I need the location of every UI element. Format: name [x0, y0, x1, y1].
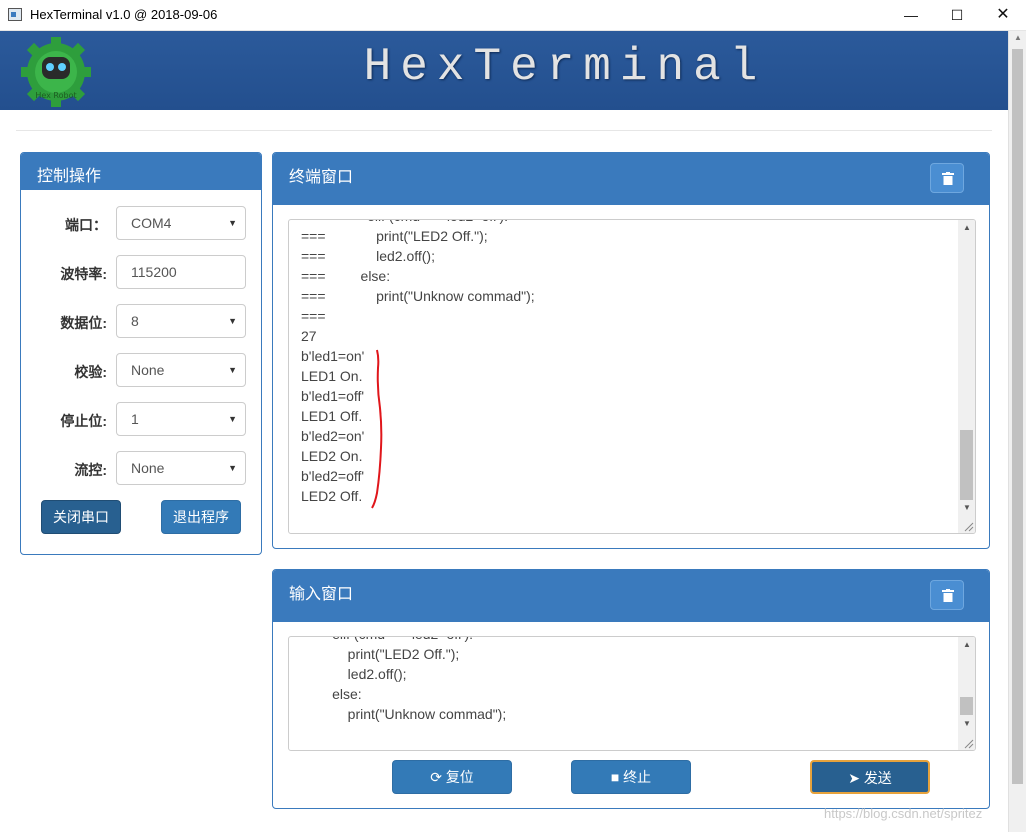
stop-button[interactable]: ■ 终止	[571, 760, 691, 794]
terminal-output[interactable]: elif (cmd == 'led2=off'): === print("LED2…	[288, 219, 976, 534]
stopbits-value: 1	[131, 411, 139, 427]
terminal-line: elif (cmd == 'led2=off'):	[301, 220, 535, 226]
chevron-down-icon: ▼	[228, 316, 237, 326]
port-label: 端口：	[65, 217, 107, 233]
clear-input-button[interactable]	[930, 580, 964, 610]
terminal-line: === else:	[301, 268, 391, 284]
watermark: https://blog.csdn.net/spritez	[824, 806, 983, 821]
baud-value: 115200	[131, 264, 177, 280]
clear-terminal-button[interactable]	[930, 163, 964, 193]
header-banner: Hex Robot HexTerminal	[0, 31, 1008, 110]
control-panel-header: 控制操作	[21, 153, 261, 190]
reset-label: 复位	[445, 769, 474, 785]
send-button[interactable]: ➤ 发送	[810, 760, 930, 794]
input-panel-title: 输入窗口	[289, 586, 354, 603]
maximize-button[interactable]: ☐	[934, 0, 980, 31]
input-scrollbar[interactable]: ▲ ▼	[958, 637, 975, 750]
terminal-panel-title: 终端窗口	[289, 169, 354, 186]
terminal-line: LED1 Off.	[301, 408, 363, 424]
chevron-down-icon: ▼	[228, 463, 237, 473]
scroll-thumb[interactable]	[960, 697, 973, 715]
terminal-line: === led2.off();	[301, 248, 435, 264]
stop-label: 终止	[623, 769, 652, 785]
stopbits-select[interactable]: 1 ▼	[116, 402, 246, 436]
databits-label: 数据位:	[60, 315, 107, 331]
chevron-down-icon: ▼	[228, 414, 237, 424]
baud-input[interactable]: 115200	[116, 255, 246, 289]
terminal-line: 27	[301, 328, 317, 344]
trash-icon	[942, 589, 954, 602]
flow-value: None	[131, 460, 165, 476]
databits-select[interactable]: 8 ▼	[116, 304, 246, 338]
scroll-down-icon[interactable]: ▼	[963, 719, 971, 728]
scroll-up-icon[interactable]: ▲	[963, 640, 971, 649]
app-icon	[8, 8, 22, 21]
send-icon: ➤	[848, 770, 860, 786]
annotation-mark	[371, 349, 383, 509]
stopbits-label: 停止位:	[60, 413, 107, 429]
window-title: HexTerminal v1.0 @ 2018-09-06	[30, 7, 218, 22]
divider	[16, 130, 992, 131]
window-titlebar: HexTerminal v1.0 @ 2018-09-06 — ☐ ✕	[0, 0, 1026, 31]
input-line: led2.off();	[301, 666, 407, 682]
flow-select[interactable]: None ▼	[116, 451, 246, 485]
input-line: elif (cmd == 'led2=off'):	[301, 637, 506, 644]
port-select[interactable]: COM4 ▼	[116, 206, 246, 240]
close-button[interactable]: ✕	[980, 0, 1026, 31]
resize-grip-icon[interactable]	[962, 737, 974, 749]
terminal-line: LED1 On.	[301, 368, 363, 384]
input-panel: 输入窗口 elif (cmd == 'led2=off'): print("LE…	[272, 569, 990, 809]
terminal-line: ===	[301, 308, 326, 324]
parity-select[interactable]: None ▼	[116, 353, 246, 387]
flow-label: 流控:	[74, 462, 107, 478]
send-label: 发送	[863, 770, 892, 786]
control-panel-title: 控制操作	[37, 168, 102, 185]
trash-icon	[942, 172, 954, 185]
reset-button[interactable]: ⟳ 复位	[392, 760, 512, 794]
port-value: COM4	[131, 215, 172, 231]
input-panel-header: 输入窗口	[273, 570, 989, 622]
page-scrollbar[interactable]: ▲	[1008, 31, 1026, 832]
terminal-line: b'led2=off'	[301, 468, 365, 484]
control-panel: 控制操作 端口： COM4 ▼ 波特率: 115200 数据位: 8 ▼ 校验:…	[20, 152, 262, 555]
terminal-line: b'led1=on'	[301, 348, 365, 364]
terminal-line: b'led2=on'	[301, 428, 365, 444]
input-line: print("Unknow commad");	[301, 706, 507, 722]
exit-button[interactable]: 退出程序	[161, 500, 241, 534]
parity-label: 校验:	[74, 364, 107, 380]
close-port-button[interactable]: 关闭串口	[41, 500, 121, 534]
page-scroll-thumb[interactable]	[1012, 49, 1023, 784]
terminal-line: === print("LED2 Off.");	[301, 228, 488, 244]
input-line: else:	[301, 686, 362, 702]
app-banner-title: HexTerminal	[363, 41, 767, 93]
resize-grip-icon[interactable]	[962, 520, 974, 532]
stop-icon: ■	[610, 769, 620, 785]
input-editor[interactable]: elif (cmd == 'led2=off'): print("LED2 Of…	[288, 636, 976, 751]
scroll-up-icon[interactable]: ▲	[963, 223, 971, 232]
terminal-line: === print("Unknow commad");	[301, 288, 535, 304]
minimize-button[interactable]: —	[888, 0, 934, 31]
terminal-panel-header: 终端窗口	[273, 153, 989, 205]
chevron-down-icon: ▼	[228, 218, 237, 228]
terminal-line: b'led1=off'	[301, 388, 365, 404]
scroll-down-icon[interactable]: ▼	[963, 503, 971, 512]
scroll-thumb[interactable]	[960, 430, 973, 500]
baud-label: 波特率:	[60, 266, 107, 282]
input-text: elif (cmd == 'led2=off'): print("LED2 Of…	[301, 637, 507, 724]
refresh-icon: ⟳	[430, 769, 442, 785]
terminal-line: LED2 Off.	[301, 488, 363, 504]
terminal-scrollbar[interactable]: ▲ ▼	[958, 220, 975, 533]
scroll-up-icon[interactable]: ▲	[1014, 33, 1022, 42]
chevron-down-icon: ▼	[228, 365, 237, 375]
terminal-text: elif (cmd == 'led2=off'): === print("LED2…	[301, 220, 535, 506]
terminal-line: LED2 On.	[301, 448, 363, 464]
parity-value: None	[131, 362, 165, 378]
terminal-panel: 终端窗口 elif (cmd == 'led2=off'): === print(…	[272, 152, 990, 549]
input-line: print("LED2 Off.");	[301, 646, 460, 662]
databits-value: 8	[131, 313, 139, 329]
